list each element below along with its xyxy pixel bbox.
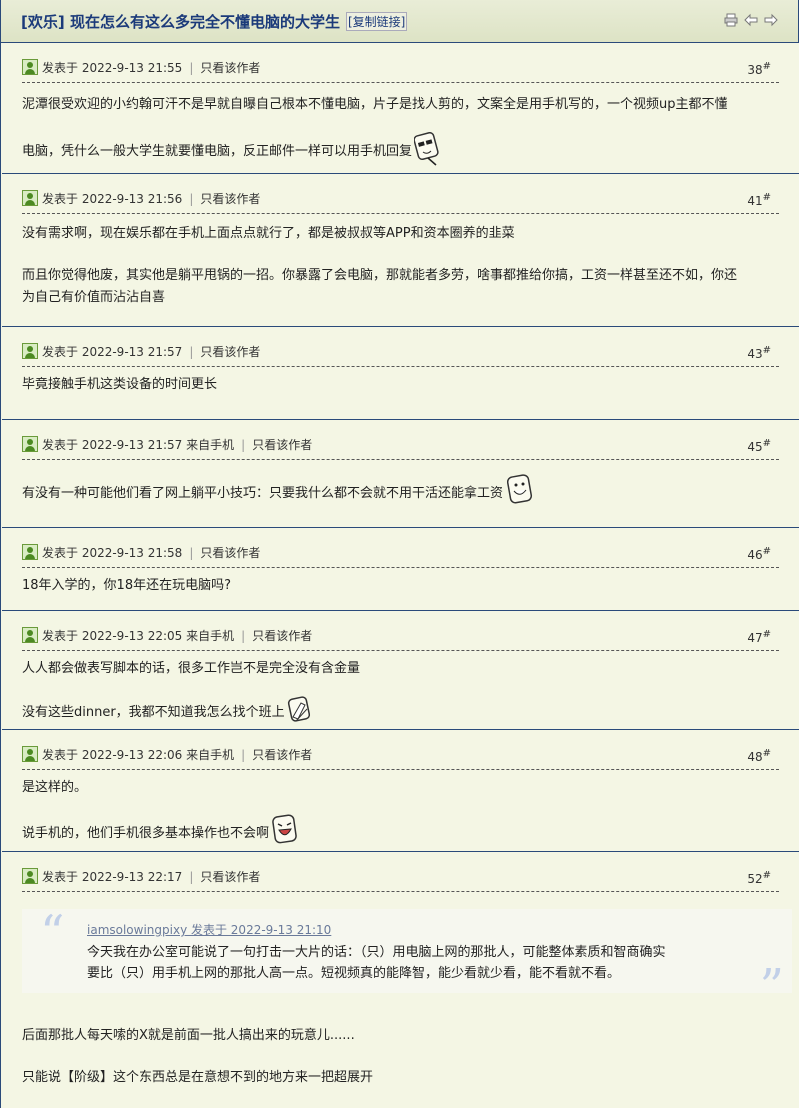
post-text-line: 电脑，凭什么一般大学生就要懂电脑，反正邮件一样可以用手机回复 xyxy=(22,132,440,166)
post-time: 发表于 2022-9-13 21:58 xyxy=(42,546,183,560)
only-author-link[interactable]: 只看该作者 xyxy=(200,345,260,359)
user-icon[interactable] xyxy=(22,544,38,560)
post-text-line: 有没有一种可能他们看了网上躺平小技巧：只要我什么都不会就不用干活还能拿工资 xyxy=(22,474,533,504)
post-meta: 发表于 2022-9-13 21:56 | 只看该作者 xyxy=(42,192,261,206)
post-time: 发表于 2022-9-13 22:06 来自手机 xyxy=(42,748,235,762)
floor-number[interactable]: 46# xyxy=(747,546,771,562)
quote-text: 今天我在办公室可能说了一句打击一大片的话：（只）用电脑上网的那批人，可能整体素质… xyxy=(87,945,666,960)
floor-number[interactable]: 45# xyxy=(747,438,771,454)
post-meta: 发表于 2022-9-13 22:17 | 只看该作者 xyxy=(42,870,261,884)
post-header: 发表于 2022-9-13 22:06 来自手机 | 只看该作者 48# xyxy=(22,744,779,770)
post-text: 说手机的，他们手机很多基本操作也不会啊 xyxy=(22,826,270,841)
post-header: 发表于 2022-9-13 22:05 来自手机 | 只看该作者 47# xyxy=(22,625,779,651)
post-text: 而且你觉得他废，其实他是躺平甩锅的一招。你暴露了会电脑，那就能者多劳，啥事都推给… xyxy=(22,268,738,283)
only-author-link[interactable]: 只看该作者 xyxy=(200,61,260,75)
post: 发表于 2022-9-13 21:55 | 只看该作者 38# 泥潭很受欢迎的小约翰… xyxy=(2,43,799,174)
only-author-link[interactable]: 只看该作者 xyxy=(200,870,260,884)
floor-number[interactable]: 48# xyxy=(747,748,771,764)
post-text: 为自己有价值而沾沾自喜 xyxy=(22,290,166,305)
user-icon[interactable] xyxy=(22,627,38,643)
post-header: 发表于 2022-9-13 21:58 | 只看该作者 46# xyxy=(22,542,779,568)
post-meta: 发表于 2022-9-13 22:05 来自手机 | 只看该作者 xyxy=(42,629,313,643)
thread-page: [欢乐] 现在怎么有这么多完全不懂电脑的大学生 [复制链接] 发表于 2022-… xyxy=(0,0,799,1108)
user-icon[interactable] xyxy=(22,190,38,206)
prev-icon[interactable] xyxy=(744,13,758,27)
thread-title: [欢乐] 现在怎么有这么多完全不懂电脑的大学生 xyxy=(21,11,340,32)
post: 发表于 2022-9-13 21:57 来自手机 | 只看该作者 45# 有没有一种… xyxy=(2,420,799,528)
open-quote-icon: “ xyxy=(40,905,65,961)
post-text: 有没有一种可能他们看了网上躺平小技巧：只要我什么都不会就不用干活还能拿工资 xyxy=(22,486,504,501)
quote-author-link[interactable]: iamsolowingpixy 发表于 2022-9-13 21:10 xyxy=(87,921,331,938)
post-text: 后面那批人每天嗦的X就是前面一批人搞出来的玩意儿...... xyxy=(22,1028,355,1043)
post-text: 没有这些dinner，我都不知道我怎么找个班上 xyxy=(22,705,285,720)
grin-face-icon xyxy=(507,474,533,504)
only-author-link[interactable]: 只看该作者 xyxy=(252,438,312,452)
post-text: 只能说【阶级】这个东西总是在意想不到的地方来一把超展开 xyxy=(22,1070,374,1085)
hand-face-icon xyxy=(287,696,310,722)
user-icon[interactable] xyxy=(22,868,38,884)
post-text-line: 说手机的，他们手机很多基本操作也不会啊 xyxy=(22,814,298,844)
post: 发表于 2022-9-13 21:56 | 只看该作者 41# 没有需求啊，现在娱乐… xyxy=(2,174,799,327)
post-meta: 发表于 2022-9-13 21:57 | 只看该作者 xyxy=(42,345,261,359)
post-text: 电脑，凭什么一般大学生就要懂电脑，反正邮件一样可以用手机回复 xyxy=(22,144,413,159)
laugh-face-icon xyxy=(272,814,297,844)
post-text: 没有需求啊，现在娱乐都在手机上面点点就行了，都是被叔叔等APP和资本圈养的韭菜 xyxy=(22,226,515,241)
post-text-line: 没有这些dinner，我都不知道我怎么找个班上 xyxy=(22,695,313,723)
thread-tag[interactable]: [欢乐] xyxy=(21,13,65,31)
post-time: 发表于 2022-9-13 22:05 来自手机 xyxy=(42,629,235,643)
close-quote-icon: ” xyxy=(759,959,784,1015)
thread-header: [欢乐] 现在怎么有这么多完全不懂电脑的大学生 [复制链接] xyxy=(1,0,798,43)
post-meta: 发表于 2022-9-13 21:57 来自手机 | 只看该作者 xyxy=(42,438,313,452)
post-text: 毕竟接触手机这类设备的时间更长 xyxy=(22,377,218,392)
next-icon[interactable] xyxy=(764,13,778,27)
floor-number[interactable]: 52# xyxy=(747,870,771,886)
post-header: 发表于 2022-9-13 22:17 | 只看该作者 52# xyxy=(22,866,779,892)
only-author-link[interactable]: 只看该作者 xyxy=(252,629,312,643)
floor-number[interactable]: 47# xyxy=(747,629,771,645)
quote-text: 要比（只）用手机上网的那批人高一点。短视频真的能降智，能少看就少看，能不看就不看… xyxy=(87,966,621,981)
quote-block: “ iamsolowingpixy 发表于 2022-9-13 21:10 今天… xyxy=(22,905,792,1015)
post: 发表于 2022-9-13 21:57 | 只看该作者 43# 毕竟接触手机这类设备… xyxy=(2,327,799,420)
post: 发表于 2022-9-13 22:06 来自手机 | 只看该作者 48# 是这样的。… xyxy=(2,730,799,852)
post-time: 发表于 2022-9-13 21:55 xyxy=(42,61,183,75)
post-header: 发表于 2022-9-13 21:57 来自手机 | 只看该作者 45# xyxy=(22,434,779,460)
post-text: 泥潭很受欢迎的小约翰可汗不是早就自曝自己根本不懂电脑，片子是找人剪的，文案全是用… xyxy=(22,97,728,112)
post-header: 发表于 2022-9-13 21:57 | 只看该作者 43# xyxy=(22,341,779,367)
post: 发表于 2022-9-13 22:17 | 只看该作者 52# “ iamsolow… xyxy=(2,852,799,1108)
post-meta: 发表于 2022-9-13 22:06 来自手机 | 只看该作者 xyxy=(42,748,313,762)
user-icon[interactable] xyxy=(22,746,38,762)
post: 发表于 2022-9-13 21:58 | 只看该作者 46# 18年入学的，你18… xyxy=(2,528,799,611)
post-header: 发表于 2022-9-13 21:56 | 只看该作者 41# xyxy=(22,188,779,214)
floor-number[interactable]: 41# xyxy=(747,192,771,208)
print-icon[interactable] xyxy=(724,13,738,27)
only-author-link[interactable]: 只看该作者 xyxy=(200,546,260,560)
post-time: 发表于 2022-9-13 21:57 xyxy=(42,345,183,359)
thread-title-text: 现在怎么有这么多完全不懂电脑的大学生 xyxy=(69,12,340,31)
post-text: 18年入学的，你18年还在玩电脑吗? xyxy=(22,578,231,593)
user-icon[interactable] xyxy=(22,59,38,75)
user-icon[interactable] xyxy=(22,343,38,359)
floor-number[interactable]: 43# xyxy=(747,345,771,361)
only-author-link[interactable]: 只看该作者 xyxy=(252,748,312,762)
post-text: 人人都会做表写脚本的话，很多工作岂不是完全没有含金量 xyxy=(22,661,361,676)
post-header: 发表于 2022-9-13 21:55 | 只看该作者 38# xyxy=(22,57,779,83)
post-time: 发表于 2022-9-13 21:56 xyxy=(42,192,183,206)
sunglasses-face-icon xyxy=(414,132,439,166)
only-author-link[interactable]: 只看该作者 xyxy=(200,192,260,206)
post-meta: 发表于 2022-9-13 21:55 | 只看该作者 xyxy=(42,61,261,75)
thread-tools xyxy=(724,13,778,27)
post-time: 发表于 2022-9-13 21:57 来自手机 xyxy=(42,438,235,452)
post: 发表于 2022-9-13 22:05 来自手机 | 只看该作者 47# 人人都会做… xyxy=(2,611,799,730)
floor-number[interactable]: 38# xyxy=(747,61,771,77)
post-time: 发表于 2022-9-13 22:17 xyxy=(42,870,183,884)
post-text: 是这样的。 xyxy=(22,780,88,795)
user-icon[interactable] xyxy=(22,436,38,452)
copy-link-button[interactable]: [复制链接] xyxy=(345,11,408,31)
post-meta: 发表于 2022-9-13 21:58 | 只看该作者 xyxy=(42,546,261,560)
